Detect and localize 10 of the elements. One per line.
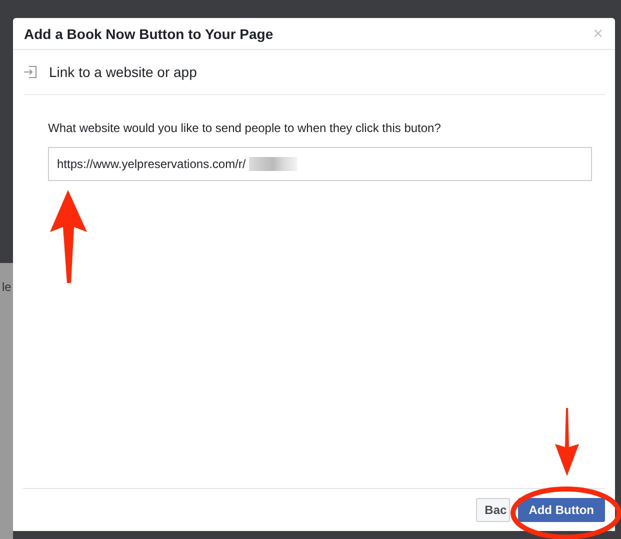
add-button[interactable]: Add Button [518, 498, 605, 522]
blurred-text [249, 157, 297, 171]
section-label: Link to a website or app [49, 64, 197, 80]
link-arrow-icon [24, 66, 37, 78]
dialog-title: Add a Book Now Button to Your Page [24, 26, 274, 42]
back-button[interactable]: Bac [476, 498, 510, 522]
background-text: le [2, 280, 12, 294]
url-field[interactable]: https://www.yelpreservations.com/r/ [57, 157, 249, 171]
down-arrow-annotation [555, 408, 579, 476]
question-text: What website would you like to send people to when they click this buton? [48, 121, 442, 135]
